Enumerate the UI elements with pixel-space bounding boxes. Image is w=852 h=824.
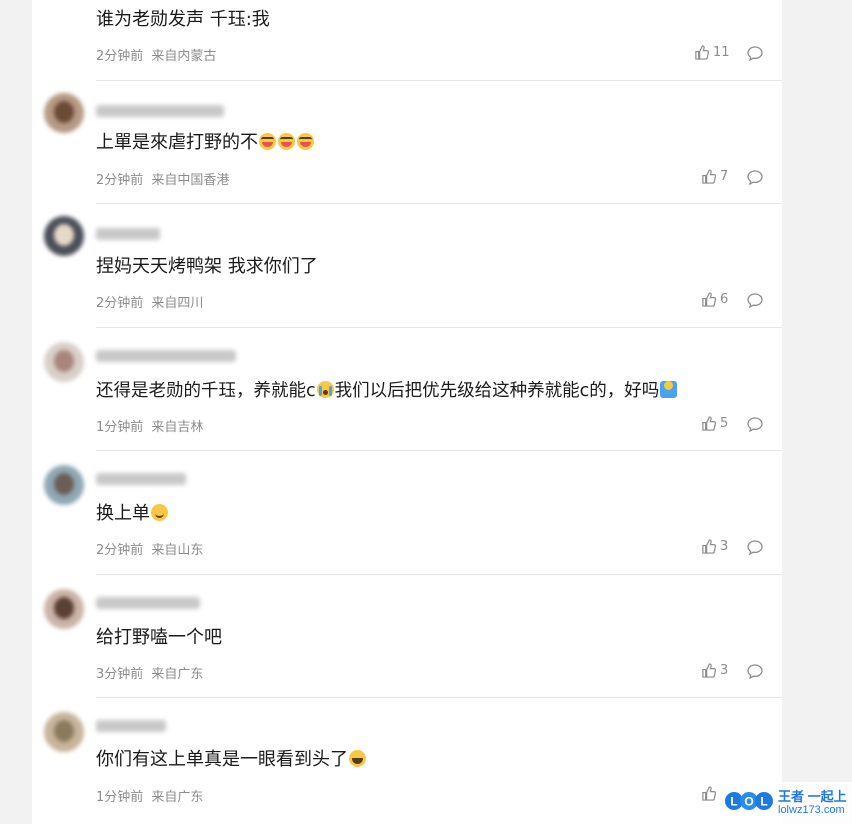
- comment-text-part: 我们以后把优先级给这种养就能c的，好吗: [334, 381, 660, 401]
- logo-letter: O: [744, 795, 753, 809]
- like-count: 11: [713, 45, 730, 60]
- thumbs-up-icon: [702, 539, 716, 554]
- smile-icon: [151, 504, 168, 521]
- cry-icon: [259, 133, 276, 150]
- comment-item: 捏妈天天烤鸭架 我求你们了 2分钟前 来自四川 6: [32, 204, 782, 327]
- comment-text: 给打野嗑一个吧: [96, 627, 222, 648]
- avatar[interactable]: [44, 93, 84, 133]
- sob-icon: [316, 381, 334, 398]
- comment-text-content: 换上单: [96, 503, 150, 524]
- avatar[interactable]: [44, 216, 84, 256]
- comment-location: 来自中国香港: [151, 173, 230, 188]
- comment-item: 还得是老勋的千珏，养就能c 我们以后把优先级给这种养就能c的，好吗 1分钟前 来自…: [32, 328, 782, 451]
- comment-location: 来自内蒙古: [151, 49, 217, 64]
- reply-icon[interactable]: [747, 664, 763, 679]
- like-button[interactable]: [701, 786, 720, 801]
- comment-text: 换上单: [96, 502, 169, 526]
- thumbs-up-icon: [695, 45, 709, 60]
- like-button[interactable]: 7: [701, 169, 728, 184]
- lol-icon: [349, 750, 366, 767]
- comment-location: 来自吉林: [151, 420, 204, 435]
- reply-icon[interactable]: [747, 170, 763, 185]
- comment-time: 2分钟前: [96, 49, 144, 64]
- comment-item: 换上单 2分钟前 来自山东 3: [32, 451, 782, 574]
- avatar[interactable]: [44, 342, 84, 382]
- reply-icon[interactable]: [747, 417, 763, 432]
- site-watermark: L O L 王者 一起上 lolwz173.com: [722, 782, 852, 824]
- shrug-icon: [660, 381, 678, 398]
- reply-icon[interactable]: [747, 540, 763, 555]
- comment-meta: 2分钟前 来自山东: [96, 539, 203, 558]
- avatar[interactable]: [44, 465, 84, 505]
- like-button[interactable]: 3: [701, 663, 728, 678]
- comment-location: 来自山东: [151, 543, 204, 558]
- logo-letter: L: [760, 795, 767, 809]
- reply-icon[interactable]: [747, 293, 763, 308]
- username-blurred[interactable]: [96, 228, 160, 240]
- comment-meta: 2分钟前 来自内蒙古: [96, 45, 216, 64]
- username-blurred[interactable]: [96, 473, 186, 485]
- comment-text: 谁为老勋发声 千珏:我: [96, 9, 270, 30]
- comment-text: 你们有这上单真是一眼看到头了: [96, 748, 367, 772]
- username-blurred[interactable]: [96, 720, 166, 732]
- comment-text-content: 你们有这上单真是一眼看到头了: [96, 749, 348, 770]
- like-button[interactable]: 11: [694, 45, 730, 60]
- cry-icon: [278, 133, 295, 150]
- avatar[interactable]: [44, 712, 84, 752]
- comment-item: 谁为老勋发声 千珏:我 2分钟前 来自内蒙古 11: [32, 0, 782, 80]
- comment-location: 来自四川: [151, 296, 204, 311]
- comment-time: 1分钟前: [96, 790, 144, 805]
- logo-letter: L: [730, 795, 737, 809]
- thumbs-up-icon: [702, 292, 716, 307]
- like-button[interactable]: 5: [701, 416, 728, 431]
- comment-meta: 3分钟前 来自广东: [96, 663, 203, 682]
- lol-logo-icon: L O L: [725, 792, 773, 810]
- comment-meta: 1分钟前 来自广东: [96, 786, 203, 805]
- comment-time: 2分钟前: [96, 543, 144, 558]
- comment-time: 2分钟前: [96, 296, 144, 311]
- like-count: 3: [720, 539, 729, 554]
- thumbs-up-icon: [702, 416, 716, 431]
- like-count: 6: [720, 292, 729, 307]
- comment-item: 上單是來虐打野的不 2分钟前 来自中国香港 7: [32, 81, 782, 204]
- comment-text-content: 上單是來虐打野的不: [96, 132, 258, 153]
- comment-panel: 谁为老勋发声 千珏:我 2分钟前 来自内蒙古 11 上單是來虐打野的不 2分钟前…: [32, 0, 782, 824]
- thumbs-up-icon: [702, 663, 716, 678]
- like-count: 7: [720, 169, 729, 184]
- comment-location: 来自广东: [151, 667, 204, 682]
- watermark-title: 王者 一起上: [778, 789, 847, 804]
- reply-icon[interactable]: [747, 46, 763, 61]
- username-blurred[interactable]: [96, 105, 224, 117]
- username-blurred[interactable]: [96, 350, 236, 362]
- avatar[interactable]: [44, 589, 84, 629]
- watermark-url: lolwz173.com: [778, 804, 845, 816]
- comment-meta: 1分钟前 来自吉林: [96, 416, 203, 435]
- cry-icon: [297, 133, 314, 150]
- comment-text: 上單是來虐打野的不: [96, 131, 315, 155]
- comment-time: 2分钟前: [96, 173, 144, 188]
- comment-time: 1分钟前: [96, 420, 144, 435]
- comment-time: 3分钟前: [96, 667, 144, 682]
- like-count: 3: [720, 663, 729, 678]
- like-button[interactable]: 6: [701, 292, 728, 307]
- comment-item: 给打野嗑一个吧 3分钟前 来自广东 3: [32, 575, 782, 698]
- comment-location: 来自广东: [151, 790, 204, 805]
- like-button[interactable]: 3: [701, 539, 728, 554]
- thumbs-up-icon: [702, 786, 716, 801]
- comment-meta: 2分钟前 来自四川: [96, 292, 203, 311]
- comment-text: 捏妈天天烤鸭架 我求你们了: [96, 256, 318, 277]
- comment-text: 还得是老勋的千珏，养就能c 我们以后把优先级给这种养就能c的，好吗: [96, 379, 678, 403]
- username-blurred[interactable]: [96, 597, 200, 609]
- comment-meta: 2分钟前 来自中国香港: [96, 169, 229, 188]
- comment-item: 你们有这上单真是一眼看到头了 1分钟前 来自广东: [32, 698, 782, 824]
- comment-text-part: 还得是老勋的千珏，养就能c: [96, 381, 316, 401]
- like-count: 5: [720, 416, 729, 431]
- thumbs-up-icon: [702, 169, 716, 184]
